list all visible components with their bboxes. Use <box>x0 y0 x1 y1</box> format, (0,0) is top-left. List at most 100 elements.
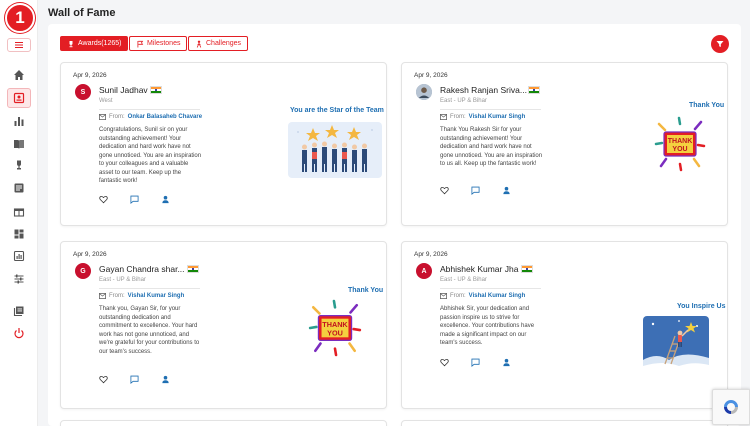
like-heart-icon[interactable] <box>99 195 108 204</box>
inspire-ladder-illustration <box>643 316 709 372</box>
india-flag-icon <box>528 86 540 94</box>
award-card: Apr 9, 2026 G Gayan Chandra shar... East… <box>60 241 387 409</box>
comment-icon[interactable] <box>130 375 139 384</box>
like-heart-icon[interactable] <box>440 358 449 367</box>
sidebar-item-tasks[interactable] <box>7 178 31 198</box>
sidebar-item-analytics[interactable] <box>7 246 31 266</box>
logo-text: 1 <box>15 8 25 27</box>
india-flag-icon <box>187 265 199 273</box>
sender-name[interactable]: Vishal Kumar Singh <box>128 293 185 299</box>
comment-icon[interactable] <box>471 186 480 195</box>
comment-icon[interactable] <box>130 195 139 204</box>
award-message: Thank You Rakesh Sir for your outstandin… <box>440 127 543 167</box>
card-date: Apr 9, 2026 <box>414 72 448 79</box>
main-content: Awards(1265) Milestones Challenges Apr 9… <box>48 24 741 426</box>
sidebar: 1 <box>0 0 38 426</box>
home-icon <box>14 70 24 80</box>
comment-icon[interactable] <box>471 358 480 367</box>
from-label: From: <box>450 114 466 120</box>
from-line: From: Vishal Kumar Singh <box>440 293 525 299</box>
thank-you-badge-illustration: THANK YOU <box>308 299 362 357</box>
settings-sliders-icon <box>14 274 24 284</box>
avatar[interactable]: A <box>416 263 432 279</box>
from-line: From: Vishal Kumar Singh <box>440 114 525 120</box>
divider <box>99 109 200 110</box>
tab-awards-label: Awards(1265) <box>78 40 122 47</box>
tab-challenges-label: Challenges <box>206 40 242 47</box>
mail-icon <box>99 293 106 299</box>
recipient-region: East - UP & Bihar <box>99 277 146 283</box>
person-icon[interactable] <box>161 195 170 204</box>
team-stars-illustration <box>288 122 382 178</box>
divider <box>99 288 200 289</box>
india-flag-icon <box>521 265 533 273</box>
sender-name[interactable]: Vishal Kumar Singh <box>469 114 526 120</box>
award-message: Abhishek Sir, your dedication and passio… <box>440 306 535 346</box>
avatar[interactable]: G <box>75 263 91 279</box>
like-heart-icon[interactable] <box>99 375 108 384</box>
filter-button[interactable] <box>711 35 729 53</box>
avatar-initial: S <box>80 88 86 96</box>
recipient-name[interactable]: Abhishek Kumar Jha <box>440 264 518 274</box>
recipient-region: East - UP & Bihar <box>440 277 487 283</box>
app-logo[interactable]: 1 <box>5 3 35 33</box>
award-message: Thank you, Gayan Sir, for your outstandi… <box>99 306 200 355</box>
award-title: Thank You <box>689 102 725 109</box>
recaptcha-badge[interactable] <box>712 389 750 425</box>
card-actions <box>99 195 170 204</box>
badge-you-text: YOU <box>327 328 343 337</box>
sidebar-item-dashboard[interactable] <box>7 224 31 244</box>
badge-thank-text: THANK <box>668 138 693 145</box>
avatar[interactable]: S <box>75 84 91 100</box>
tab-milestones[interactable]: Milestones <box>129 36 188 51</box>
sidebar-item-library[interactable] <box>7 301 31 321</box>
card-date: Apr 9, 2026 <box>73 72 107 79</box>
sidebar-item-achievements[interactable] <box>7 155 31 175</box>
book-icon <box>14 140 24 149</box>
recipient-name[interactable]: Rakesh Ranjan Sriva... <box>440 85 527 95</box>
award-card-partial <box>401 420 728 426</box>
sidebar-item-settings[interactable] <box>7 269 31 289</box>
wall-of-fame-icon <box>13 92 25 104</box>
gift-icon <box>13 208 25 217</box>
india-flag-icon <box>150 86 162 94</box>
mail-icon <box>440 293 447 299</box>
sidebar-item-logout[interactable] <box>7 323 31 343</box>
recipient-region: West <box>99 98 113 104</box>
sidebar-item-wall-of-fame[interactable] <box>7 88 31 108</box>
hamburger-icon <box>15 42 23 48</box>
sidebar-item-rewards[interactable] <box>7 201 31 221</box>
badge-you-text: YOU <box>672 146 687 153</box>
sidebar-item-learning[interactable] <box>7 134 31 154</box>
tab-awards[interactable]: Awards(1265) <box>60 36 129 51</box>
from-label: From: <box>450 293 466 299</box>
dashboard-icon <box>14 229 24 239</box>
tab-challenges[interactable]: Challenges <box>188 36 249 51</box>
card-actions <box>99 375 170 384</box>
thank-you-badge-illustration: THANK YOU <box>654 116 706 172</box>
sender-name[interactable]: Vishal Kumar Singh <box>469 293 526 299</box>
sidebar-item-home[interactable] <box>7 65 31 85</box>
sidebar-item-reports[interactable] <box>7 111 31 131</box>
avatar[interactable] <box>416 84 432 100</box>
sender-name[interactable]: Onkar Balasaheb Chavare <box>128 114 202 120</box>
from-label: From: <box>109 114 125 120</box>
recipient-name[interactable]: Gayan Chandra shar... <box>99 264 185 274</box>
like-heart-icon[interactable] <box>440 186 449 195</box>
person-icon[interactable] <box>161 375 170 384</box>
award-card: Apr 9, 2026 A Abhishek Kumar Jha East - … <box>401 241 728 409</box>
tab-milestones-label: Milestones <box>147 40 181 47</box>
avatar-initial: G <box>80 267 86 275</box>
person-icon[interactable] <box>502 186 511 195</box>
from-label: From: <box>109 293 125 299</box>
award-card: Apr 9, 2026 S Sunil Jadhav West From: On… <box>60 62 387 226</box>
person-icon[interactable] <box>502 358 511 367</box>
recipient-name[interactable]: Sunil Jadhav <box>99 85 148 95</box>
menu-toggle-button[interactable] <box>7 38 31 52</box>
award-card: Apr 9, 2026 Rakesh Ranjan Sriva... East … <box>401 62 728 226</box>
library-icon <box>13 306 24 317</box>
divider <box>440 109 541 110</box>
trophy-icon <box>17 160 21 170</box>
mail-icon <box>99 114 106 120</box>
list-icon <box>14 183 24 193</box>
